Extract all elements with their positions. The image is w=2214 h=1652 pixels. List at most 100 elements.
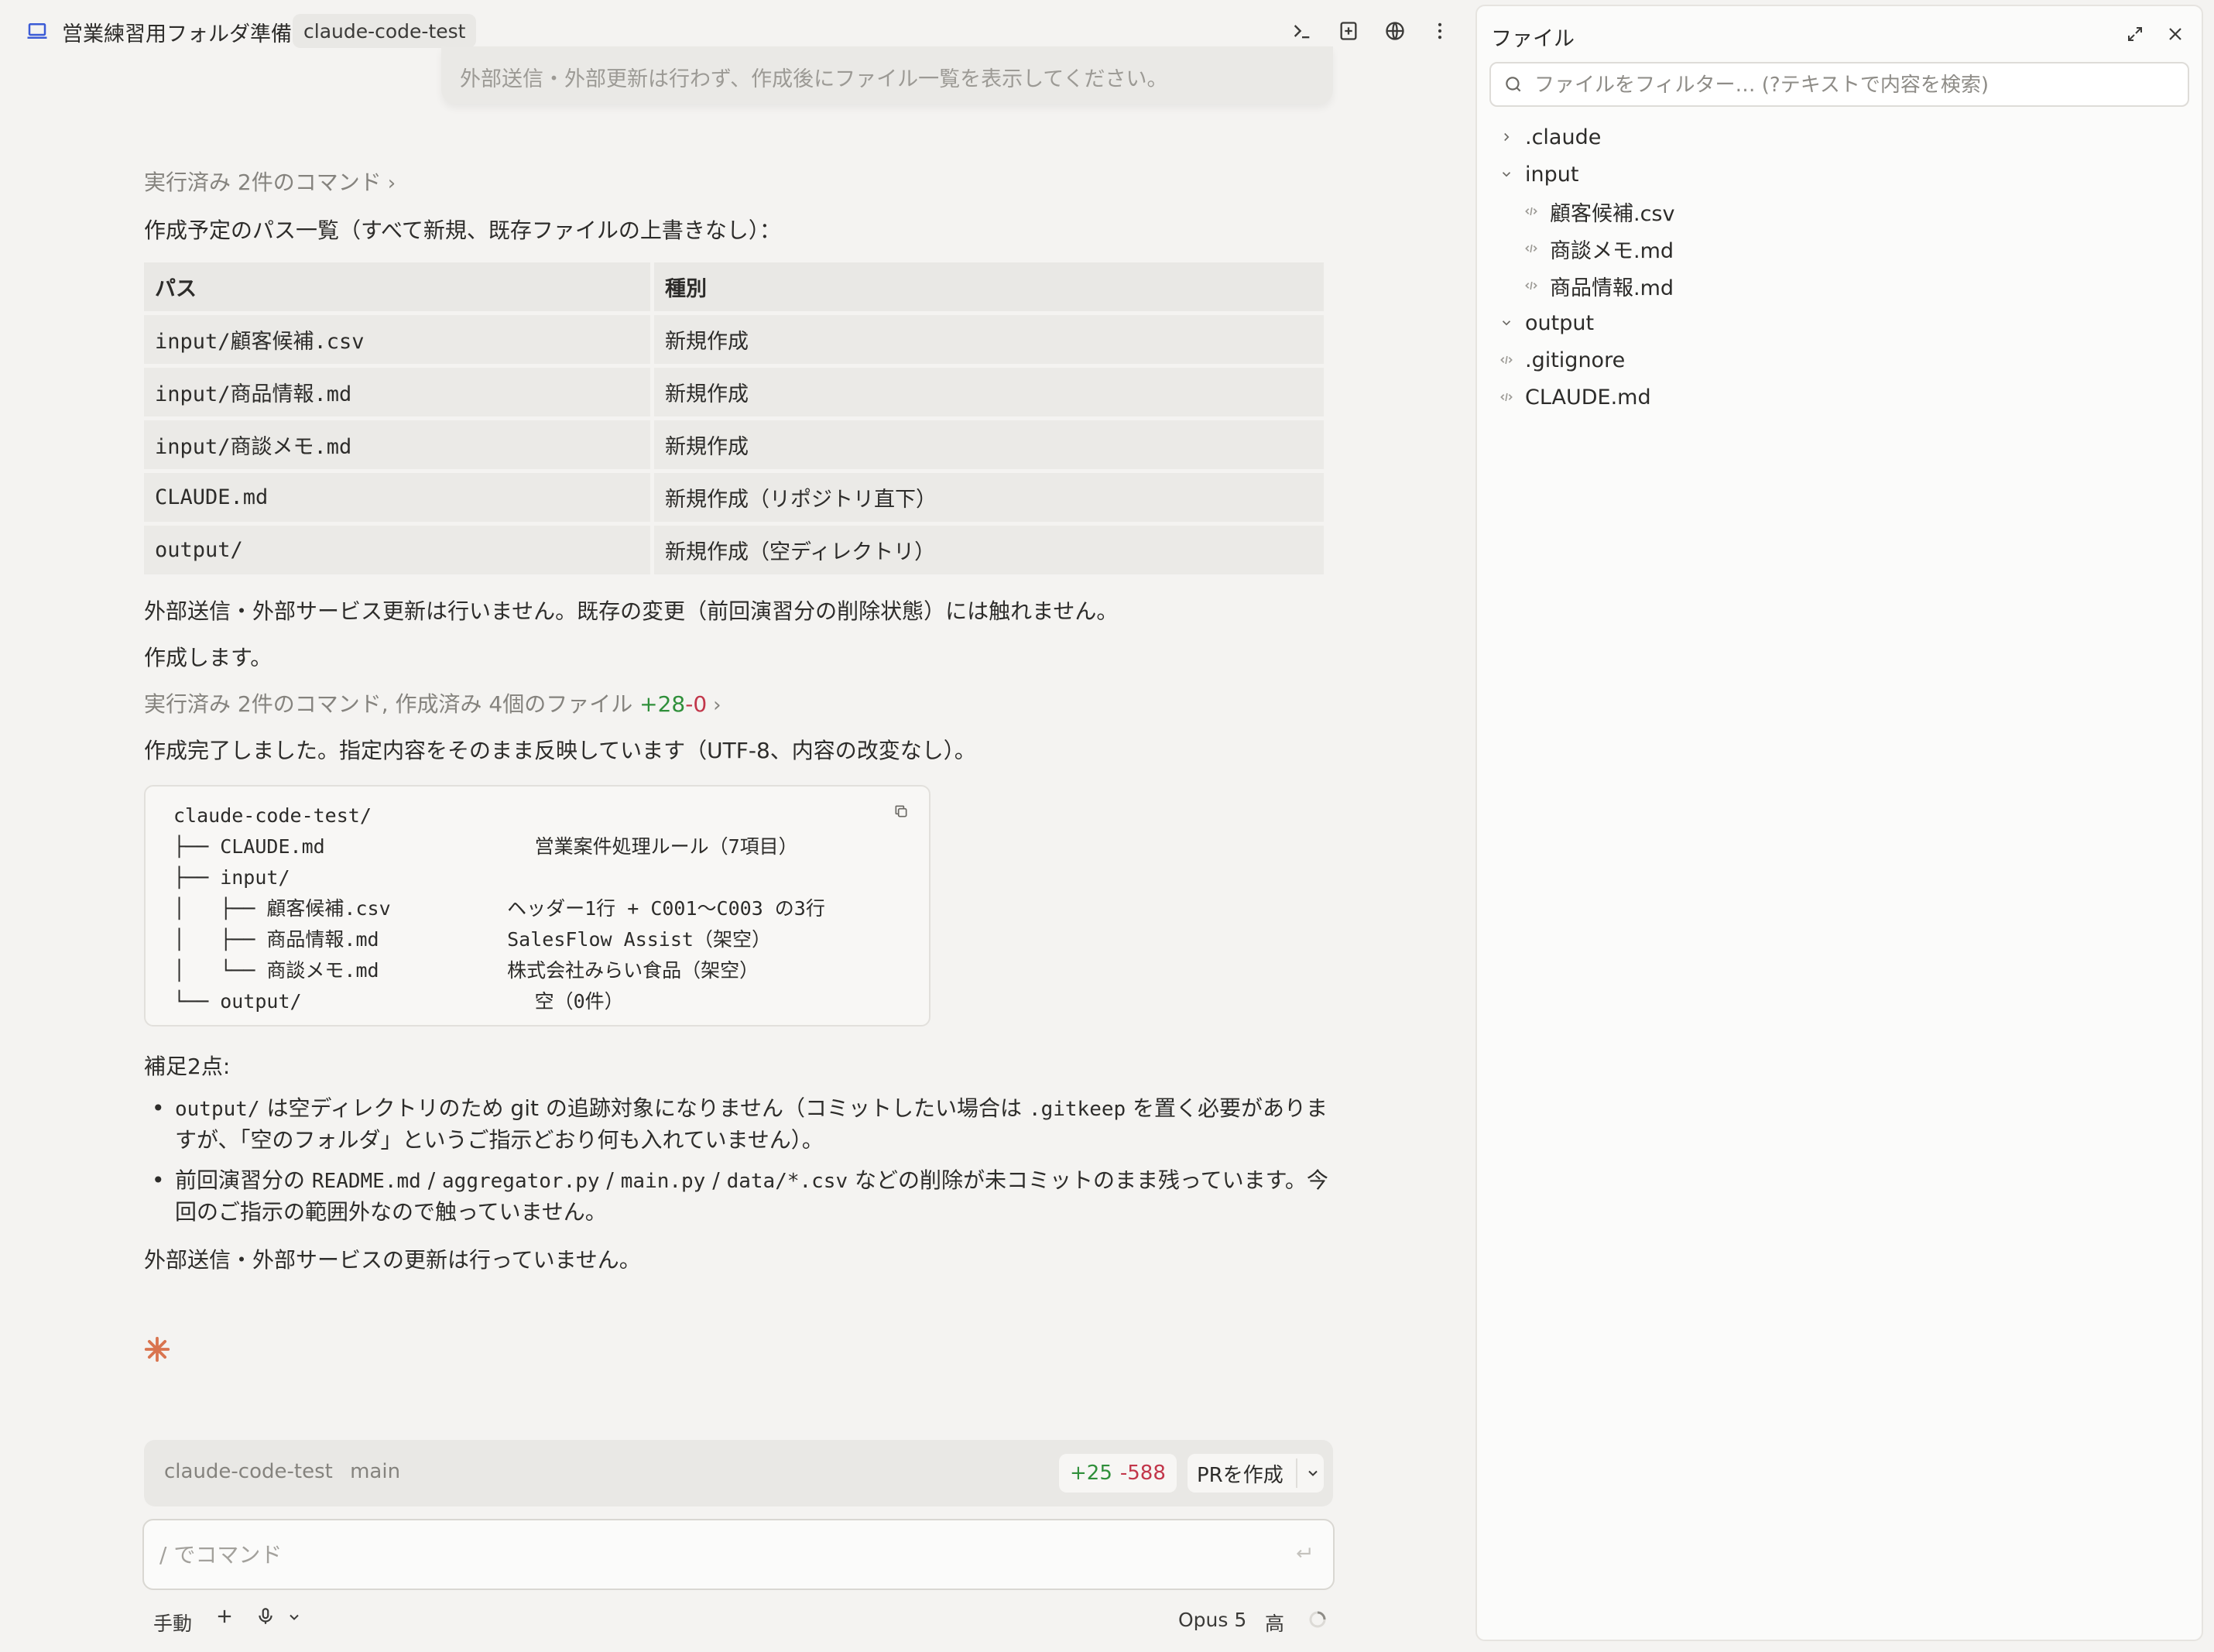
files-panel-title: ファイル xyxy=(1491,27,1575,51)
tree-folder[interactable]: input xyxy=(1477,156,2202,192)
table-row: CLAUDE.md 新規作成（リポジトリ直下） xyxy=(144,473,1324,522)
supplement-title: 補足2点: xyxy=(144,1054,231,1079)
table-header-row: パス 種別 xyxy=(144,262,1324,311)
lines-removed: -0 xyxy=(685,691,708,717)
supplement-list: output/ は空ディレクトリのため git の追跡対象になりません（コミット… xyxy=(144,1093,1336,1228)
conversation-pane: 営業練習用フォルダ準備 claude-code-test 外部送信・外部更新は行… xyxy=(0,0,1471,1652)
executed-commands-label: 実行済み 2件のコマンド xyxy=(144,170,382,195)
no-external-notice: 外部送信・外部サービス更新は行いません。既存の変更（前回演習分の削除状態）には触… xyxy=(144,598,1119,624)
directory-tree: claude-code-test/ ├── CLAUDE.md 営業案件処理ルー… xyxy=(173,804,825,1013)
note-text: 回のご指示の範囲外なので触っていません。 xyxy=(175,1199,607,1225)
file-code-icon xyxy=(1497,351,1516,369)
session-title: 営業練習用フォルダ準備 xyxy=(62,22,292,46)
chevron-down-icon xyxy=(1497,314,1516,332)
files-panel: ファイル .claude input 顧客候補.csv 商談メモ.md 商品情報.md o… xyxy=(1475,5,2203,1641)
mode-selector[interactable]: 手動 xyxy=(153,1609,192,1637)
closing-text: 外部送信・外部サービスの更新は行っていません。 xyxy=(144,1247,641,1273)
tree-item-label: .claude xyxy=(1525,125,1602,149)
tree-item-label: input xyxy=(1525,162,1579,187)
plus-icon[interactable] xyxy=(214,1606,235,1632)
file-code-icon xyxy=(1522,239,1541,258)
effort-selector[interactable]: 高 xyxy=(1265,1609,1284,1637)
table-cell-type: 新規作成 xyxy=(654,315,1324,364)
table-cell-type: 新規作成 xyxy=(654,420,1324,469)
lines-added: +28 xyxy=(639,691,686,717)
separator: / xyxy=(420,1167,443,1193)
file-code-icon xyxy=(1522,276,1541,295)
executed-files-label: 実行済み 2件のコマンド, 作成済み 4個のファイル xyxy=(144,691,633,717)
command-input[interactable] xyxy=(159,1537,1274,1571)
tree-folder[interactable]: output xyxy=(1477,305,2202,341)
table-row: input/商品情報.md 新規作成 xyxy=(144,368,1324,416)
laptop-icon xyxy=(23,17,51,45)
file-filter-box[interactable] xyxy=(1489,62,2189,107)
tree-folder[interactable]: .claude xyxy=(1477,119,2202,155)
diff-added: +25 xyxy=(1070,1462,1112,1485)
add-panel-icon[interactable] xyxy=(1335,17,1362,45)
file-code-icon xyxy=(1522,202,1541,221)
file-filter-input[interactable] xyxy=(1534,71,2177,99)
globe-icon[interactable] xyxy=(1381,17,1409,45)
table-cell-path: input/商品情報.md xyxy=(144,368,650,416)
tree-item-label: 顧客候補.csv xyxy=(1550,201,1675,226)
model-selector[interactable]: Opus 5 xyxy=(1178,1609,1246,1631)
chevron-down-icon[interactable] xyxy=(286,1607,302,1630)
tree-file[interactable]: .gitignore xyxy=(1477,342,2202,378)
tree-item-label: output xyxy=(1525,310,1595,335)
list-item: output/ は空ディレクトリのため git の追跡対象になりません（コミット… xyxy=(144,1093,1336,1156)
table-cell-path: input/商談メモ.md xyxy=(144,420,650,469)
chevron-right-icon: › xyxy=(387,172,396,195)
note-text: は空ディレクトリのため git の追跡対象になりません（コミットしたい場合は xyxy=(259,1095,1029,1121)
tree-file[interactable]: 顧客候補.csv xyxy=(1477,194,2202,229)
code-block: claude-code-test/ ├── CLAUDE.md 営業案件処理ルー… xyxy=(144,785,930,1027)
inline-code: main.py xyxy=(620,1170,706,1193)
chevron-down-icon xyxy=(1497,165,1516,183)
executed-files-toggle[interactable]: 実行済み 2件のコマンド, 作成済み 4個のファイル +28-0 › xyxy=(144,687,721,718)
inline-code: aggregator.py xyxy=(442,1170,600,1193)
table-cell-path: input/顧客候補.csv xyxy=(144,315,650,364)
search-icon xyxy=(1503,74,1525,96)
note-text: すが、「空のフォルダ」というご指示どおり何も入れていません）。 xyxy=(175,1127,824,1153)
repo-tag[interactable]: claude-code-test xyxy=(293,14,477,48)
branch-bar: claude-code-test main +25 -588 PRを作成 xyxy=(144,1440,1333,1506)
inline-code: data/*.csv xyxy=(726,1170,848,1193)
close-icon[interactable] xyxy=(2161,20,2189,48)
tree-file[interactable]: CLAUDE.md xyxy=(1477,379,2202,415)
mic-icon[interactable] xyxy=(255,1606,276,1632)
branch-name: main xyxy=(350,1460,401,1483)
inline-code: output/ xyxy=(175,1098,260,1121)
terminal-icon[interactable] xyxy=(1288,17,1316,45)
branch-info: claude-code-test main xyxy=(164,1460,400,1483)
path-list-intro: 作成予定のパス一覧（すべて新規、既存ファイルの上書きなし）： xyxy=(144,218,781,243)
create-pr-button[interactable]: PRを作成 xyxy=(1188,1454,1324,1493)
table-row: output/ 新規作成（空ディレクトリ） xyxy=(144,526,1324,574)
path-table: パス 種別 input/顧客候補.csv 新規作成 input/商品情報.md … xyxy=(140,259,1328,578)
executed-commands-toggle[interactable]: 実行済み 2件のコマンド › xyxy=(144,166,396,197)
send-icon[interactable] xyxy=(1293,1544,1316,1567)
file-code-icon xyxy=(1497,388,1516,406)
copy-icon[interactable] xyxy=(893,800,912,819)
chevron-down-icon[interactable] xyxy=(1302,1454,1324,1493)
tree-item-label: .gitignore xyxy=(1525,348,1626,372)
tree-item-label: CLAUDE.md xyxy=(1525,385,1651,410)
expand-icon[interactable] xyxy=(2121,20,2149,48)
tree-file[interactable]: 商談メモ.md xyxy=(1477,231,2202,266)
spinner-icon xyxy=(1308,1610,1327,1633)
inline-code: .gitkeep xyxy=(1028,1098,1126,1121)
note-text: などの削除が未コミットのまま残っています。今 xyxy=(848,1167,1328,1193)
chevron-right-icon: › xyxy=(713,694,721,717)
table-cell-path: output/ xyxy=(144,526,650,574)
table-cell-type: 新規作成 xyxy=(654,368,1324,416)
command-input-box[interactable] xyxy=(142,1519,1335,1590)
more-icon[interactable] xyxy=(1426,17,1454,45)
list-item: 前回演習分の README.md / aggregator.py / main.… xyxy=(144,1165,1336,1228)
table-cell-path: CLAUDE.md xyxy=(144,473,650,522)
branch-repo-name: claude-code-test xyxy=(164,1460,333,1483)
diff-badge[interactable]: +25 -588 xyxy=(1059,1454,1177,1493)
note-text: を置く必要がありま xyxy=(1126,1095,1328,1121)
create-pr-label: PRを作成 xyxy=(1197,1463,1284,1487)
tree-file[interactable]: 商品情報.md xyxy=(1477,268,2202,303)
inline-code: README.md xyxy=(311,1170,421,1193)
separator: / xyxy=(599,1167,621,1193)
separator: / xyxy=(705,1167,727,1193)
